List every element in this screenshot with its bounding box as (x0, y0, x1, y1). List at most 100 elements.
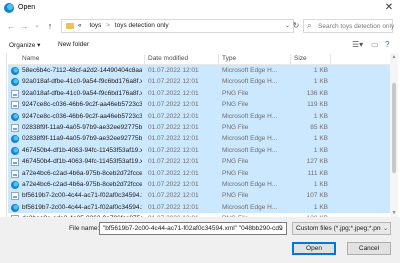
file-size: 1 KB (313, 67, 328, 74)
dialog-footer: File name: "bf5619b7-2c00-4c44-ac71-f02a… (0, 217, 400, 263)
file-row[interactable]: 467450b4-df1b-4063-94fc-11453f53af19.x..… (8, 156, 390, 168)
breadcrumb-root-marker[interactable]: « (78, 22, 82, 29)
edge-html-file-icon (11, 146, 19, 155)
file-size: 1 KB (313, 146, 328, 154)
file-row[interactable]: 02838f9f-11a9-4a05-97b9-ae32ee92775b... 0… (8, 133, 390, 145)
png-file-icon (11, 158, 19, 167)
search-box[interactable]: ⌕ Search toys detection only (303, 19, 394, 33)
column-header-type[interactable]: Type (222, 55, 236, 62)
file-row[interactable]: 92a018af-dfbe-41c0-9a54-f9c6bd176a8f.x..… (8, 87, 390, 100)
file-row[interactable]: 92a018af-dfbe-41c0-9a54-f9c6bd176a8f.x..… (8, 76, 390, 88)
breadcrumb-item-toys-detection-only[interactable]: toys detection only (115, 22, 169, 29)
file-date-modified: 01.07.2022 12:01 (148, 89, 199, 97)
scroll-up-icon[interactable]: ▲ (390, 54, 398, 60)
file-name: 467450b4-df1b-4063-94fc-11453f53af19.x..… (22, 146, 142, 154)
navigation-pane[interactable] (0, 53, 7, 217)
file-size: 1 KB (313, 135, 328, 143)
back-arrow-icon[interactable]: ← (5, 19, 17, 33)
column-divider[interactable] (290, 54, 291, 64)
edge-html-file-icon (11, 78, 19, 87)
file-row[interactable]: 9247ce8c-c036-46b6-9c2f-aa46eb5723c32...… (8, 110, 390, 122)
file-rows: 58ec6b4c-7112-48cf-a2d2-14490404c8aa... 0… (8, 65, 390, 217)
column-divider[interactable] (330, 54, 331, 64)
file-date-modified: 01.07.2022 12:01 (148, 123, 199, 131)
edge-html-file-icon (11, 112, 19, 121)
help-icon[interactable]: ? (385, 40, 389, 49)
file-row[interactable]: 02838f9f-11a9-4a05-97b9-ae32ee92775b... 0… (8, 121, 390, 134)
png-file-icon (11, 169, 19, 178)
file-name: 92a018af-dfbe-41c0-9a54-f9c6bd176a8f.x..… (22, 89, 142, 97)
file-size: 1 KB (313, 180, 328, 188)
file-date-modified: 01.07.2022 12:01 (148, 169, 199, 177)
file-size: 136 KB (306, 89, 328, 97)
close-icon[interactable]: ✕ (381, 1, 397, 15)
view-options-icon[interactable]: ☰▾ (352, 40, 363, 49)
scroll-down-icon[interactable]: ▼ (390, 210, 398, 216)
file-name: 02838f9f-11a9-4a05-97b9-ae32ee92775b... (22, 123, 142, 131)
file-size: 107 KB (306, 192, 328, 200)
file-date-modified: 01.07.2022 12:01 (148, 135, 199, 143)
file-row[interactable]: bf5619b7-2c00-4c44-ac71-f02af0c34594.x..… (8, 201, 390, 214)
column-header-date[interactable]: Date modified (148, 55, 188, 62)
up-arrow-icon[interactable]: ↑ (44, 19, 56, 33)
file-row[interactable]: bf5619b7-2c00-4c44-ac71-f02af0c34594.x..… (8, 190, 390, 202)
png-file-icon (11, 89, 19, 98)
file-date-modified: 01.07.2022 12:01 (148, 78, 199, 86)
file-size: 1 KB (313, 203, 328, 211)
breadcrumb: « toys > toys detection only (78, 22, 169, 29)
file-row[interactable]: a72e4bc6-c2ad-4b6a-975b-8ceb2d72fcce... 0… (8, 178, 390, 191)
file-size: 111 KB (307, 169, 328, 177)
forward-arrow-icon[interactable]: → (18, 19, 30, 33)
search-input[interactable]: Search toys detection only (318, 23, 394, 30)
file-row[interactable]: 58ec6b4c-7112-48cf-a2d2-14490404c8aa... 0… (8, 65, 390, 77)
file-size: 127 KB (306, 158, 328, 166)
file-name-field[interactable]: "bf5619b7-2c00-4c44-ac71-f02af0c34594.xm… (99, 222, 287, 235)
column-header-name[interactable]: Name (22, 55, 39, 62)
file-name: bf5619b7-2c00-4c44-ac71-f02af0c34594.x..… (22, 203, 142, 211)
file-name: a72e4bc6-c2ad-4b6a-975b-8ceb2d72fcce... (22, 180, 142, 188)
file-size: 1 KB (313, 78, 328, 86)
file-row[interactable]: 9247ce8c-c036-46b6-9c2f-aa46eb5723c32...… (8, 99, 390, 111)
file-name: bf5619b7-2c00-4c44-ac71-f02af0c34594.x..… (22, 192, 142, 200)
new-folder-button[interactable]: New folder (58, 41, 89, 48)
file-date-modified: 01.07.2022 12:01 (148, 112, 199, 120)
file-name: 58ec6b4c-7112-48cf-a2d2-14490404c8aa... (22, 67, 142, 74)
file-name: 9247ce8c-c036-46b6-9c2f-aa46eb5723c32... (22, 101, 142, 109)
organize-button[interactable]: Organize ▾ (9, 41, 40, 49)
file-type-value: Custom files (*.jpg;*.jpeg;*.png (296, 225, 385, 232)
file-size: 119 KB (307, 101, 328, 109)
edge-html-file-icon (11, 135, 19, 144)
search-icon: ⌕ (307, 21, 312, 30)
file-name: 02838f9f-11a9-4a05-97b9-ae32ee92775b... (22, 135, 142, 143)
breadcrumb-item-toys[interactable]: toys (89, 22, 101, 29)
file-name-value[interactable]: "bf5619b7-2c00-4c44-ac71-f02af0c34594.xm… (103, 225, 283, 232)
png-file-icon (11, 123, 19, 132)
column-header-size[interactable]: Size (294, 55, 307, 62)
edge-html-file-icon (11, 203, 19, 212)
file-row[interactable]: a72e4bc6-c2ad-4b6a-975b-8ceb2d72fcce... 0… (8, 167, 390, 179)
recent-locations-chevron-icon[interactable]: ⌄ (31, 19, 43, 33)
vertical-scrollbar[interactable]: ▲ ▼ (390, 53, 398, 217)
edge-html-file-icon (11, 180, 19, 189)
file-type-select[interactable]: Custom files (*.jpg;*.jpeg;*.png ⌄ (292, 222, 391, 235)
address-bar[interactable]: « toys > toys detection only ⌄ (61, 19, 294, 33)
refresh-icon[interactable]: ↻ (289, 19, 303, 33)
file-date-modified: 01.07.2022 12:01 (148, 203, 199, 211)
preview-pane-icon[interactable]: ▭ (371, 40, 379, 49)
file-name: a72e4bc6-c2ad-4b6a-975b-8ceb2d72fcce... (22, 169, 142, 177)
column-divider[interactable] (218, 54, 219, 64)
column-divider[interactable] (144, 54, 145, 64)
title-bar: Open ✕ (0, 0, 400, 17)
edge-html-file-icon (11, 67, 19, 75)
file-date-modified: 01.07.2022 12:01 (148, 67, 199, 74)
open-button[interactable]: Open (292, 242, 336, 255)
window-title: Open (18, 4, 36, 11)
folder-icon (66, 23, 74, 29)
file-row[interactable]: 467450b4-df1b-4063-94fc-11453f53af19.x..… (8, 144, 390, 157)
png-file-icon (11, 101, 19, 110)
file-name: 467450b4-df1b-4063-94fc-11453f53af19.x..… (22, 158, 142, 166)
cancel-button[interactable]: Cancel (347, 242, 391, 255)
chevron-down-icon[interactable]: ⌄ (279, 225, 284, 232)
scrollbar-thumb[interactable] (392, 83, 396, 173)
chevron-down-icon[interactable]: ⌄ (380, 225, 388, 232)
